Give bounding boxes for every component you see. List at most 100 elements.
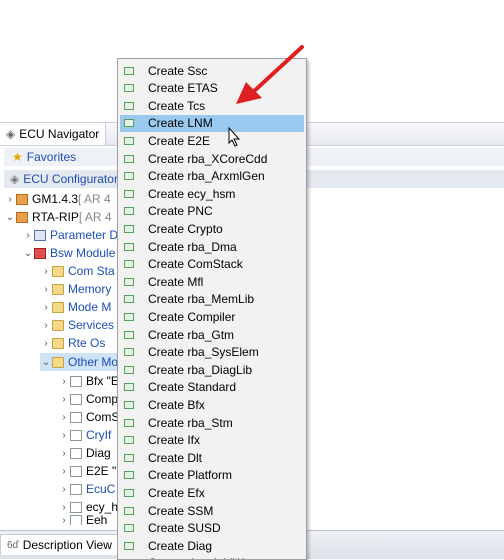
menu-item[interactable]: Create Mfl: [120, 273, 304, 290]
chevron-right-icon[interactable]: ›: [58, 448, 70, 459]
menu-item[interactable]: Create Efx: [120, 484, 304, 501]
menu-item-label: Create rba_DiagLib: [148, 362, 253, 377]
chevron-right-icon[interactable]: ›: [58, 394, 70, 405]
tree-label: Other Mo: [68, 355, 119, 369]
menu-item-label: Create SUSD: [148, 521, 221, 536]
chevron-right-icon[interactable]: ›: [58, 466, 70, 477]
chevron-right-icon[interactable]: ›: [58, 484, 70, 495]
menu-item[interactable]: Create rba_MemLib: [120, 291, 304, 308]
tree-label: Mode M: [68, 300, 112, 314]
menu-item[interactable]: Create Dlt: [120, 449, 304, 466]
folder-icon: [52, 337, 64, 349]
tab-ecu-navigator[interactable]: ◈ ECU Navigator: [0, 123, 107, 145]
ecu-configurator-item[interactable]: ◈ ECU Configurator: [10, 170, 118, 188]
chevron-right-icon[interactable]: ›: [40, 302, 52, 313]
tree-item-gm[interactable]: › GM1.4.3 [ AR 4: [4, 190, 110, 208]
tree-item-bfx[interactable]: › Bfx "E: [58, 372, 119, 390]
star-icon: ★: [12, 150, 23, 164]
chevron-right-icon[interactable]: ›: [4, 194, 16, 205]
chevron-right-icon[interactable]: ›: [40, 266, 52, 277]
menu-item[interactable]: Create rba_SysElem: [120, 344, 304, 361]
menu-item-label: Create ETAS: [148, 81, 218, 96]
tree-item-e2e[interactable]: › E2E ": [58, 462, 116, 480]
tree-item-services[interactable]: › Services: [40, 316, 114, 334]
menu-item-label: Create LNM: [148, 116, 213, 131]
tree-item-diag[interactable]: › Diag: [58, 444, 111, 462]
menu-item[interactable]: Create SSM: [120, 502, 304, 519]
tree-item-cryif[interactable]: › CryIf: [58, 426, 111, 444]
menu-item-label: Create rba_XCoreCdd: [148, 151, 268, 166]
menu-item[interactable]: Create LNM: [120, 114, 304, 132]
menu-item-label: Create Ifx: [148, 433, 201, 448]
tree-label: Rte Os: [68, 336, 106, 350]
menu-item[interactable]: Create ecy_hsm: [120, 185, 304, 202]
menu-item[interactable]: Create rba_Stm: [120, 414, 304, 431]
menu-item[interactable]: Create rba_AddW: [120, 555, 304, 559]
menu-item[interactable]: Create Tcs: [120, 97, 304, 114]
tree-item-ecy-h[interactable]: › ecy_h: [58, 498, 118, 516]
menu-item-label: Create Ssc: [148, 63, 208, 78]
module-icon: [124, 66, 134, 75]
menu-item[interactable]: Create Standard: [120, 379, 304, 396]
tree-item-parameter[interactable]: › Parameter D: [22, 226, 118, 244]
tree-label: GM1.4.3: [32, 192, 79, 206]
menu-item[interactable]: Create rba_Gtm: [120, 326, 304, 343]
tree-item-mode[interactable]: › Mode M: [40, 298, 111, 316]
menu-item[interactable]: Create ComStack: [120, 256, 304, 273]
menu-item[interactable]: Create Bfx: [120, 396, 304, 413]
ecu-configurator-label: ECU Configurator: [23, 172, 118, 186]
menu-item[interactable]: Create Diag: [120, 537, 304, 554]
tree-label: Diag: [86, 446, 111, 460]
module-icon: [70, 393, 82, 405]
tree-item-eeh[interactable]: › Eeh: [58, 515, 107, 525]
tree-item-memory[interactable]: › Memory: [40, 280, 111, 298]
menu-item-label: Create rba_Gtm: [148, 327, 235, 342]
menu-item-label: Create Mfl: [148, 274, 204, 289]
project-icon: [16, 193, 28, 205]
menu-item-label: Create PNC: [148, 204, 213, 219]
tree-label: Services: [68, 318, 115, 332]
menu-item[interactable]: Create rba_ArxmlGen: [120, 168, 304, 185]
chevron-right-icon[interactable]: ›: [40, 284, 52, 295]
menu-item[interactable]: Create rba_Dma: [120, 238, 304, 255]
menu-item[interactable]: Create Compiler: [120, 308, 304, 325]
chevron-right-icon[interactable]: ›: [58, 515, 70, 525]
tab-description-view[interactable]: 6ď Description View: [0, 534, 119, 555]
tree-item-com-stack[interactable]: › Com Sta: [40, 262, 114, 280]
chevron-down-icon[interactable]: ⌄: [40, 357, 52, 368]
module-icon: [70, 465, 82, 477]
chevron-right-icon[interactable]: ›: [22, 230, 34, 241]
chevron-down-icon[interactable]: ⌄: [22, 248, 34, 259]
menu-item[interactable]: Create Platform: [120, 467, 304, 484]
menu-item[interactable]: Create Ifx: [120, 432, 304, 449]
chevron-right-icon[interactable]: ›: [40, 320, 52, 331]
menu-item-label: Create rba_Stm: [148, 415, 233, 430]
menu-item[interactable]: Create ETAS: [120, 80, 304, 97]
favorites-item[interactable]: ★ Favorites: [12, 148, 76, 166]
menu-item[interactable]: Create E2E: [120, 132, 304, 149]
module-icon: [124, 154, 134, 163]
tree-label: Comp: [86, 392, 119, 406]
tree-item-rta-rip[interactable]: ⌄ RTA-RIP [ AR 4: [4, 208, 112, 226]
chevron-right-icon[interactable]: ›: [58, 502, 70, 513]
module-icon: [124, 242, 134, 251]
tree-item-rte-os[interactable]: › Rte Os: [40, 334, 105, 352]
tree-item-coms[interactable]: › ComS: [58, 408, 119, 426]
tree-item-other-modules[interactable]: ⌄ Other Mo: [40, 353, 119, 371]
chevron-right-icon[interactable]: ›: [58, 376, 70, 387]
menu-item[interactable]: Create SUSD: [120, 520, 304, 537]
tree-item-ecuc[interactable]: › EcuC: [58, 480, 115, 498]
tree-suffix: [ AR 4: [78, 210, 112, 224]
menu-item[interactable]: Create PNC: [120, 203, 304, 220]
chevron-down-icon[interactable]: ⌄: [4, 212, 16, 223]
chevron-right-icon[interactable]: ›: [40, 338, 52, 349]
menu-item[interactable]: Create rba_DiagLib: [120, 361, 304, 378]
tree-item-bsw-module[interactable]: ⌄ Bsw Module: [22, 244, 116, 262]
chevron-right-icon[interactable]: ›: [58, 412, 70, 423]
chevron-right-icon[interactable]: ›: [58, 430, 70, 441]
menu-item[interactable]: Create rba_XCoreCdd: [120, 150, 304, 167]
menu-item[interactable]: Create Ssc: [120, 62, 304, 79]
menu-item-label: Create rba_ArxmlGen: [148, 169, 265, 184]
menu-item[interactable]: Create Crypto: [120, 220, 304, 237]
tree-item-comp[interactable]: › Comp: [58, 390, 118, 408]
